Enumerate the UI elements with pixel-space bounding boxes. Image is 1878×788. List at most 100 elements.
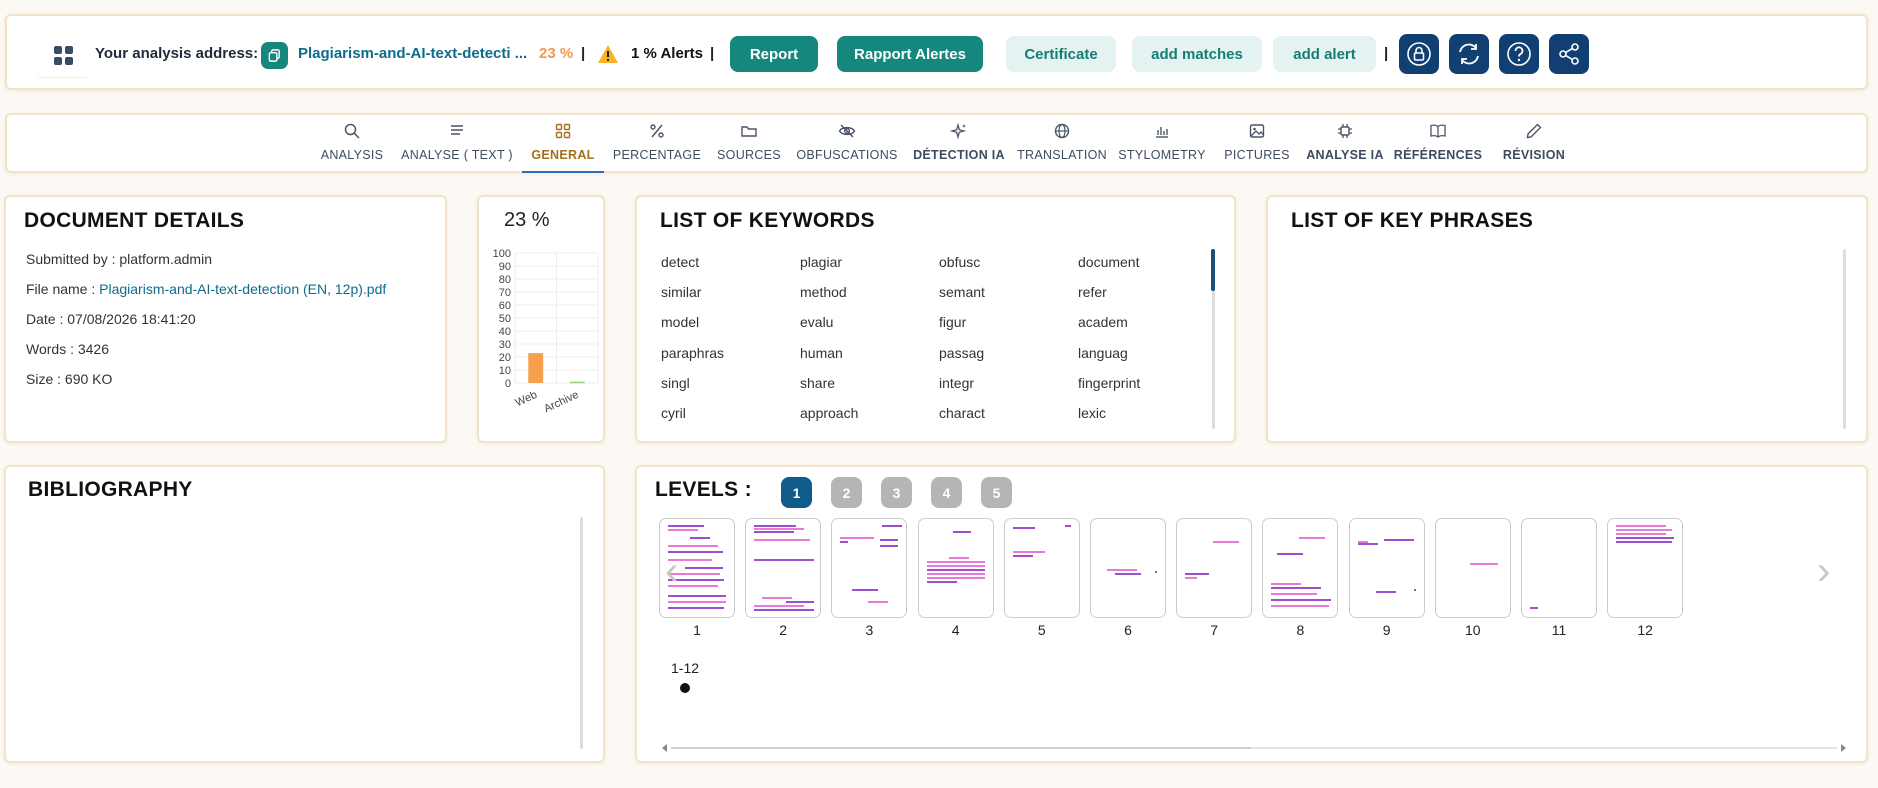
level-badge-1[interactable]: 1 — [781, 477, 812, 508]
page-number-label: 6 — [1124, 622, 1132, 638]
help-button[interactable] — [1499, 34, 1539, 74]
add-matches-button[interactable]: add matches — [1132, 36, 1262, 72]
copy-address-button[interactable] — [261, 42, 288, 69]
tab-analysis[interactable]: ANALYSIS — [317, 115, 387, 173]
book-icon — [1428, 121, 1448, 141]
match-highlight-line — [668, 529, 698, 531]
y-tick-label: 20 — [499, 352, 511, 364]
thumbnails-scrollbar[interactable] — [661, 743, 1847, 753]
x-tick-label: Web — [514, 389, 539, 409]
match-highlight-line — [1064, 525, 1071, 527]
match-highlight-line — [1012, 551, 1045, 553]
match-highlight-line — [754, 525, 797, 527]
page-range-dot[interactable] — [680, 683, 690, 693]
word-count: Words : 3426 — [26, 341, 110, 357]
match-highlight-line — [1530, 607, 1538, 609]
chart-bar — [569, 381, 585, 384]
next-page-arrow-icon[interactable]: › — [1817, 549, 1830, 594]
tab-general[interactable]: GENERAL — [522, 115, 604, 173]
match-highlight-line — [1271, 605, 1330, 607]
tab-label: RÉVISION — [1502, 148, 1566, 162]
match-highlight-line — [1616, 525, 1667, 527]
match-highlight-line — [1277, 553, 1304, 555]
certificate-button[interactable]: Certificate — [1006, 36, 1116, 72]
levels-title: LEVELS : — [655, 478, 752, 501]
y-tick-label: 60 — [499, 300, 511, 312]
y-tick-label: 100 — [493, 248, 511, 260]
share-icon — [1559, 43, 1579, 65]
file-name-link[interactable]: Plagiarism-and-AI-text-detection (EN, 12… — [99, 281, 386, 297]
sources-chart-card: 23 % 0 10 20 30 40 50 60 70 80 90 100 Web Archive — [477, 195, 605, 443]
tab-pictures[interactable]: PICTURES — [1224, 115, 1290, 173]
y-tick-label: 10 — [499, 365, 511, 377]
match-highlight-line — [868, 601, 889, 603]
document-date: Date : 07/08/2026 18:41:20 — [26, 311, 196, 327]
tab-label: SOURCES — [717, 148, 781, 162]
keyword-item: charact — [939, 405, 985, 421]
page-thumbnail[interactable] — [1607, 518, 1684, 618]
tab-sources[interactable]: SOURCES — [717, 115, 781, 173]
page-thumbnail[interactable] — [1262, 518, 1339, 618]
share-button[interactable] — [1549, 34, 1589, 74]
document-link[interactable]: Plagiarism-and-AI-text-detecti ... — [298, 45, 527, 62]
page-thumbnail[interactable] — [1521, 518, 1597, 618]
page-thumbnail[interactable] — [1348, 518, 1425, 618]
prev-page-arrow-icon[interactable]: ‹ — [665, 549, 678, 594]
tab-translation[interactable]: TRANSLATION — [1017, 115, 1107, 173]
tab-analyse-text[interactable]: ANALYSE ( TEXT ) — [401, 115, 513, 173]
apps-menu-button[interactable] — [37, 34, 89, 78]
tab-detection-ia[interactable]: DÉTECTION IA — [912, 115, 1006, 173]
y-tick-label: 30 — [499, 339, 511, 351]
page-thumbnail[interactable] — [1434, 518, 1511, 618]
page-thumbnail[interactable] — [917, 518, 994, 618]
report-button[interactable]: Report — [730, 36, 818, 72]
match-highlight-line — [1375, 591, 1396, 593]
match-highlight-line — [668, 607, 724, 609]
tab-references[interactable]: RÉFÉRENCES — [1393, 115, 1483, 173]
match-highlight-line — [1155, 571, 1157, 573]
page-thumbnail[interactable] — [1003, 518, 1080, 618]
page-thumbnail[interactable] — [1176, 518, 1253, 618]
x-tick-label: Archive — [542, 389, 580, 415]
keywords-scroll-thumb[interactable] — [1211, 249, 1215, 291]
analysis-tabs: ANALYSIS ANALYSE ( TEXT ) GENERAL PERCEN… — [5, 113, 1868, 173]
page-thumbnail[interactable] — [831, 518, 908, 618]
match-highlight-line — [880, 539, 899, 541]
match-highlight-line — [1012, 527, 1035, 529]
match-highlight-line — [926, 569, 985, 571]
page-thumbnail[interactable] — [1090, 518, 1166, 618]
submitted-by-label: Submitted by : — [26, 251, 120, 267]
match-highlight-line — [1616, 537, 1675, 539]
match-highlight-line — [926, 577, 985, 579]
refresh-button[interactable] — [1449, 34, 1489, 74]
tab-percentage[interactable]: PERCENTAGE — [612, 115, 702, 173]
tab-obfuscations[interactable]: OBFUSCATIONS — [796, 115, 897, 173]
bibliography-scrollbar[interactable] — [580, 517, 583, 749]
match-highlight-line — [882, 525, 903, 527]
y-tick-label: 50 — [499, 313, 511, 325]
rapport-alertes-button[interactable]: Rapport Alertes — [837, 36, 983, 72]
match-highlight-line — [926, 561, 985, 563]
bar-chart-icon — [1152, 121, 1172, 141]
tab-revision[interactable]: RÉVISION — [1499, 115, 1569, 173]
tab-stylometry[interactable]: STYLOMETRY — [1118, 115, 1205, 173]
keyword-item: paraphras — [661, 344, 725, 361]
page-thumbnail[interactable] — [745, 518, 822, 618]
lock-icon — [1407, 42, 1431, 66]
level-badge-3[interactable]: 3 — [881, 477, 912, 508]
match-highlight-line — [926, 565, 985, 567]
match-highlight-line — [1413, 589, 1416, 591]
lock-button[interactable] — [1399, 34, 1439, 74]
match-highlight-line — [668, 525, 704, 527]
key-phrases-scrollbar[interactable] — [1843, 249, 1846, 429]
level-badge-4[interactable]: 4 — [931, 477, 962, 508]
document-details-card: DOCUMENT DETAILS Submitted by : platform… — [4, 195, 447, 443]
level-badge-2[interactable]: 2 — [831, 477, 862, 508]
alerts-percent: 1 % Alerts — [631, 45, 703, 62]
tab-analyse-ia[interactable]: ANALYSE IA — [1306, 115, 1383, 173]
add-alert-button[interactable]: add alert — [1273, 36, 1376, 72]
level-badge-5[interactable]: 5 — [981, 477, 1012, 508]
levels-card: LEVELS : 12345 1 2 3 4 5 6 7 8 9 10 11 12 ‹ › 1-12 — [635, 465, 1868, 763]
match-highlight-line — [926, 573, 985, 575]
tab-label: RÉFÉRENCES — [1393, 148, 1483, 162]
